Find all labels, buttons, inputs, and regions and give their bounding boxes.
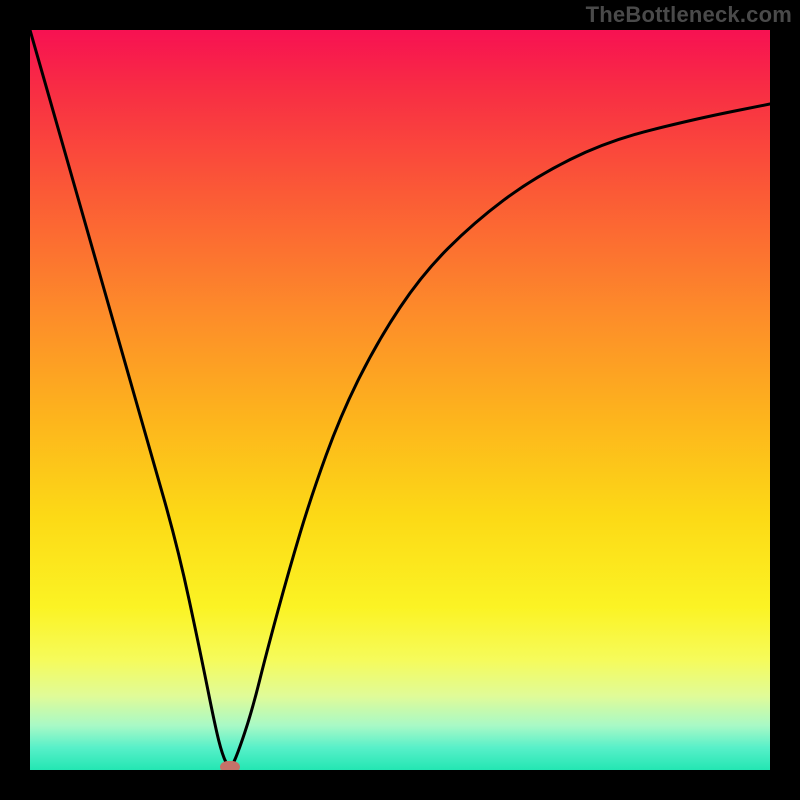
curve-svg: [30, 30, 770, 770]
watermark-text: TheBottleneck.com: [586, 2, 792, 28]
chart-frame: TheBottleneck.com: [0, 0, 800, 800]
plot-area: [30, 30, 770, 770]
minimum-marker: [220, 761, 240, 770]
curve-path: [30, 30, 770, 766]
